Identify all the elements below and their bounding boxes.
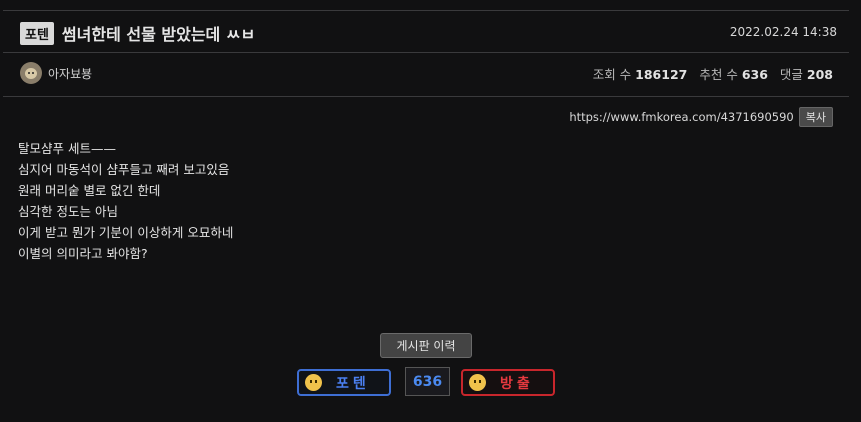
downvote-button[interactable]: 방출	[461, 369, 555, 396]
recommend-stat: 추천 수 636	[699, 66, 768, 82]
upvote-label: 포텐	[336, 375, 370, 392]
upvote-button[interactable]: 포텐	[297, 369, 391, 396]
post-content: 탈모샴푸 세트—— 심지어 마동석이 샴푸들고 째려 보고있음 원래 머리숱 별…	[18, 138, 233, 264]
avatar-face-icon	[25, 68, 37, 79]
views-stat: 조회 수 186127	[592, 66, 688, 82]
content-line: 심지어 마동석이 샴푸들고 째려 보고있음	[18, 162, 230, 177]
post-meta: 아자뵤뵹 조회 수 186127 추천 수 636 댓글 208	[20, 62, 833, 84]
comments-stat[interactable]: 댓글 208	[780, 64, 833, 83]
content-line: 원래 머리숱 별로 없긴 한데	[18, 183, 161, 198]
post-url[interactable]: https://www.fmkorea.com/4371690590	[569, 110, 793, 124]
content-line: 탈모샴푸 세트——	[18, 141, 116, 156]
vote-count: 636	[405, 367, 450, 396]
content-line: 이게 받고 뭔가 기분이 이상하게 오묘하네	[18, 225, 234, 240]
angry-face-icon	[469, 374, 486, 391]
avatar[interactable]	[20, 62, 42, 84]
post-header: 포텐 썸녀한테 선물 받았는데 ㅆㅂ 2022.02.24 14:38	[20, 20, 837, 46]
downvote-label: 방출	[500, 375, 534, 392]
top-divider	[3, 10, 849, 11]
board-history-button[interactable]: 게시판 이력	[380, 333, 472, 358]
post-title[interactable]: 썸녀한테 선물 받았는데 ㅆㅂ	[62, 21, 255, 45]
author-name[interactable]: 아자뵤뵹	[48, 65, 92, 82]
content-line: 심각한 정도는 아님	[18, 204, 118, 219]
happy-face-icon	[305, 374, 322, 391]
post-date: 2022.02.24 14:38	[729, 25, 837, 39]
url-row: https://www.fmkorea.com/4371690590 복사	[569, 107, 833, 127]
content-line: 이별의 의미라고 봐야함?	[18, 246, 148, 261]
meta-divider	[3, 96, 849, 97]
post-stats: 조회 수 186127 추천 수 636 댓글 208	[593, 64, 833, 83]
header-divider	[3, 52, 849, 53]
copy-url-button[interactable]: 복사	[798, 107, 833, 127]
category-badge[interactable]: 포텐	[20, 21, 54, 45]
